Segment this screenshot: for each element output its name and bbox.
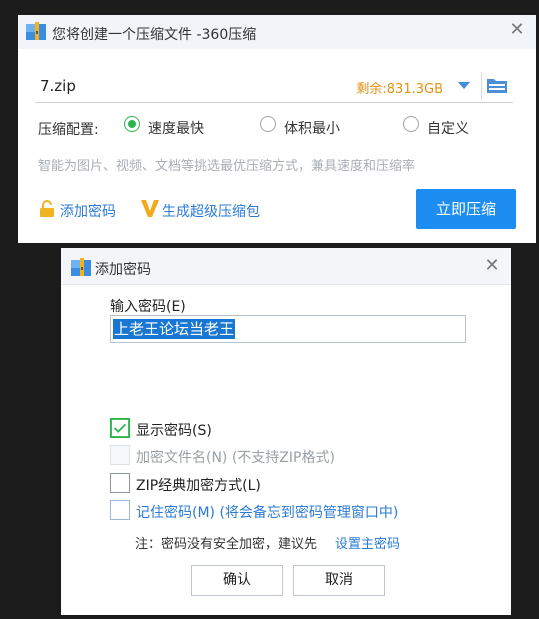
archive-app-icon [26,22,46,40]
dialog-title: 添加密码 [95,262,151,278]
password-value[interactable]: 上老王论坛当老王 [113,319,236,339]
file-name-input[interactable]: 7.zip [40,77,76,95]
cancel-button[interactable]: 取消 [293,565,385,596]
set-master-password-link[interactable]: 设置主密码 [335,533,400,552]
checkbox-checked[interactable] [110,418,130,438]
checkbox-unchecked[interactable] [110,473,130,493]
checkbox-unchecked[interactable] [110,500,130,520]
radio-label: 自定义 [427,121,469,137]
radio-circle[interactable] [260,116,276,132]
compress-window: 您将创建一个压缩文件 -360压缩 ✕ 7.zip 剩余:831.3GB 压缩配… [18,15,536,243]
checkbox-disabled [110,445,130,465]
close-icon[interactable]: ✕ [483,257,501,275]
security-note: 注：密码没有安全加密，建议先 [135,537,318,552]
file-path-field[interactable]: 7.zip 剩余:831.3GB [35,69,513,103]
divider [481,72,482,100]
close-icon[interactable]: ✕ [508,21,526,39]
checkbox-label: ZIP经典加密方式(L) [136,478,261,494]
super-package-label[interactable]: 生成超级压缩包 [162,201,260,221]
free-space-text: 剩余:831.3GB [356,82,443,97]
dialog-title-bar: 添加密码 ✕ [61,248,511,285]
password-label: 输入密码(E) [110,299,186,315]
window-title: 您将创建一个压缩文件 -360压缩 [52,27,257,43]
checkbox-label: 显示密码(S) [136,423,212,439]
folder-icon[interactable] [486,76,508,94]
hint-text: 智能为图片、视频、文档等挑选最优压缩方式，兼具速度和压缩率 [38,159,416,174]
add-password-dialog: 添加密码 ✕ 输入密码(E) 上老王论坛当老王 显示密码(S) 加密文件名(N)… [61,248,511,615]
radio-label: 体积最小 [284,121,340,137]
radio-circle[interactable] [403,116,419,132]
radio-label: 速度最快 [148,121,204,137]
chevron-down-icon[interactable] [458,82,470,89]
confirm-button[interactable]: 确认 [191,565,283,596]
archive-app-icon [71,258,91,276]
radio-circle[interactable] [124,116,140,132]
password-input[interactable]: 上老王论坛当老王 [110,315,466,343]
compress-config-label: 压缩配置: [38,122,99,138]
v-badge-icon [141,200,159,217]
lock-icon [40,200,54,217]
title-bar: 您将创建一个压缩文件 -360压缩 ✕ [18,15,536,49]
add-password-label[interactable]: 添加密码 [60,201,116,221]
checkbox-label: 加密文件名(N) (不支持ZIP格式) [136,450,335,466]
checkbox-label: 记住密码(M) (将会备忘到密码管理窗口中) [136,505,399,521]
compress-now-button[interactable]: 立即压缩 [416,189,516,229]
